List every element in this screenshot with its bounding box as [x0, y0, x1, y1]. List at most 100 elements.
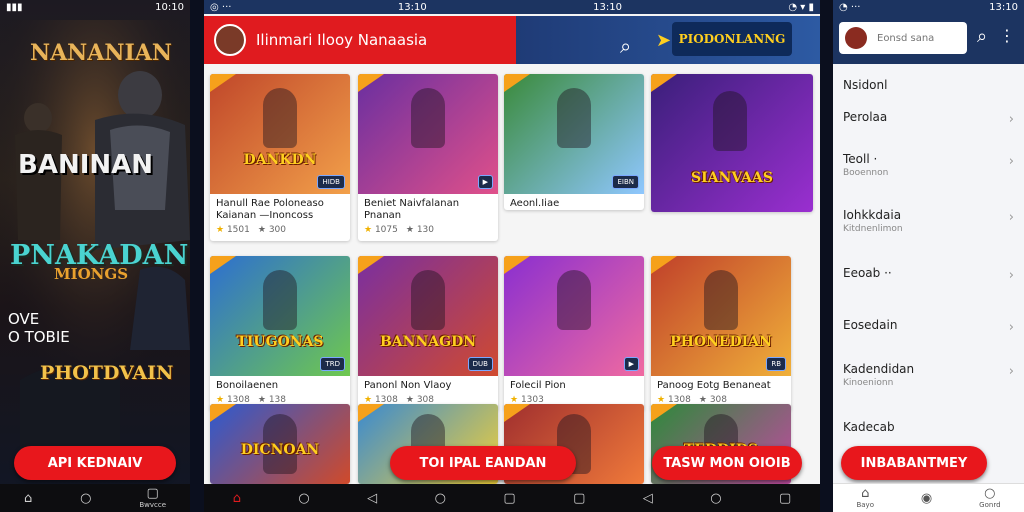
game-thumbnail[interactable]: PHONEDIAN RB — [651, 256, 791, 376]
game-card[interactable]: PHONEDIAN RB Panoog Eotg Benaneat ★ 1308 ★ 3… — [651, 256, 791, 411]
home-icon[interactable]: ⌂ — [24, 492, 32, 505]
settings-item[interactable]: Eosedain › — [843, 318, 1014, 335]
home-circle-icon[interactable]: ○ — [435, 492, 446, 505]
review-count: 130 — [416, 225, 434, 235]
left-caption: OVE O TOBIE — [8, 310, 70, 346]
search-icon[interactable]: ⌕ — [620, 34, 631, 58]
character-figure — [557, 88, 592, 149]
game-thumbnail[interactable]: EIBN — [504, 74, 644, 194]
left-caption-line2: O TOBIE — [8, 328, 70, 346]
settings-item-label: Eeoab ·· — [843, 266, 892, 280]
search-input[interactable] — [875, 31, 963, 45]
right-bottom-nav: ⌂ Bayo ◉ ○ Gonrd — [833, 483, 1024, 512]
game-card[interactable]: DANKDN HIDB Hanull Rae Poloneaso Kaianan —… — [210, 74, 350, 241]
main-time-a: 13:10 — [397, 1, 427, 13]
game-card[interactable]: TIUGONAS TRD Bonoilaenen ★ 1308 ★ 138 — [210, 256, 350, 411]
game-title: Panonl Non Vlaoy — [364, 380, 452, 391]
store-badge[interactable]: RB — [766, 357, 786, 371]
settings-item[interactable]: Kadendidan Kinoenionn › — [843, 362, 1014, 388]
home-icon: ⌂ — [861, 486, 870, 501]
avatar[interactable] — [214, 24, 246, 56]
thumbnail-title: DICNOAN — [240, 442, 320, 459]
settings-item[interactable]: Iohkkdaia Kitdnenlimon › — [843, 208, 1014, 234]
review-count: 300 — [268, 225, 286, 235]
left-nav-browse[interactable]: ▢ Bwvcce — [139, 487, 166, 509]
settings-item-label: Perolаа — [843, 110, 888, 124]
settings-item[interactable]: Perolаа › — [843, 110, 1014, 127]
game-thumbnail[interactable]: DICNOAN — [210, 404, 350, 484]
character-figure — [411, 270, 446, 331]
nav-account[interactable]: ○ Gonrd — [979, 487, 1000, 509]
settings-item[interactable]: Nsidonl — [843, 78, 1014, 92]
game-card[interactable]: ▶ Beniet Naivfalanan Pnanan ★ 1075 ★ 130 — [358, 74, 498, 241]
nav-account-label: Gonrd — [979, 501, 1001, 509]
promo-banner[interactable]: PIODONLANNG — [672, 22, 792, 56]
game-card[interactable]: EIBN Aeonl.Iiae — [504, 74, 644, 210]
game-thumbnail[interactable]: ▶ — [358, 74, 498, 194]
home-icon[interactable]: ⌂ — [233, 492, 241, 505]
corner-ribbon — [504, 256, 530, 274]
home-circle-icon[interactable]: ○ — [80, 492, 91, 505]
rating-row: ★ 1501 ★ 300 — [210, 222, 350, 241]
settings-cta-button[interactable]: INBABANTMEY — [841, 446, 987, 480]
corner-ribbon — [210, 74, 236, 92]
search-bar[interactable] — [839, 22, 967, 54]
store-badge[interactable]: TRD — [320, 357, 345, 371]
store-badge[interactable]: HIDB — [317, 175, 345, 189]
settings-item[interactable]: Kadecab — [843, 420, 1014, 434]
game-thumbnail[interactable]: SIANVAAS — [651, 74, 813, 212]
more-vert-icon[interactable]: ⋮ — [999, 26, 1015, 45]
main-bottom-nav: ⌂ ○ ◁ ○ ▢ ▢ ◁ ○ ▢ — [204, 484, 820, 512]
game-card[interactable]: ▶ Folecil Pion ★ 1303 — [504, 256, 644, 411]
search-nav-icon[interactable]: ○ — [298, 492, 309, 505]
thumbnail-title: SIANVAAS — [691, 170, 773, 187]
game-thumbnail[interactable]: ▶ — [504, 256, 644, 376]
game-thumbnail[interactable]: TIUGONAS TRD — [210, 256, 350, 376]
settings-item-label: Iohkkdaia — [843, 208, 902, 222]
settings-item[interactable]: Eeoab ·· › — [843, 266, 1014, 283]
home-circle-icon[interactable]: ◉ — [921, 492, 932, 505]
recents-icon[interactable]: ▢ — [503, 492, 515, 505]
nav-home[interactable]: ⌂ Bayo — [856, 487, 874, 509]
character-figure — [263, 88, 298, 149]
store-badge[interactable]: DUB — [467, 357, 493, 371]
game-title: Panoog Eotg Benaneat — [657, 380, 771, 391]
store-badge[interactable]: EIBN — [612, 175, 639, 189]
thumbnail-title: DANKDN — [243, 152, 317, 169]
left-title-bottom: PHOTDVAIN — [40, 362, 174, 384]
browse-icon: ▢ — [146, 486, 159, 501]
settings-item-subtitle: Booennon — [843, 168, 889, 178]
back-icon[interactable]: ◁ — [367, 492, 377, 505]
character-figure — [263, 270, 298, 331]
store-badge[interactable]: ▶ — [623, 357, 639, 371]
corner-ribbon — [358, 404, 384, 422]
square-icon[interactable]: ▢ — [573, 492, 585, 505]
tabs-icon[interactable]: ▢ — [779, 492, 791, 505]
main-status-icons: ◎ ··· — [210, 1, 232, 13]
game-thumbnail[interactable]: DANKDN HIDB — [210, 74, 350, 194]
game-card[interactable]: DICNOAN — [210, 404, 350, 484]
right-cta-button[interactable]: TASW MON OIOIB — [652, 446, 802, 480]
settings-item-label: Kadendidan — [843, 362, 915, 376]
left-game-poster: ▮▮▮ 10:10 NANANIAN BANINAN PNAKADAN MION… — [0, 0, 190, 512]
chevron-right-icon: › — [1008, 112, 1014, 127]
search-icon[interactable]: ⌕ — [977, 26, 987, 47]
arrow-icon: ➤ — [656, 30, 672, 51]
center-cta-button[interactable]: TOI IPAL EANDAN — [390, 446, 576, 480]
right-status-icons: ◔ ··· — [839, 1, 861, 13]
home-circle-icon-2[interactable]: ○ — [710, 492, 721, 505]
main-app-screen: ◎ ··· 13:10 13:10 ◔ ▾ ▮ Ilinmari Ilooy N… — [204, 0, 820, 512]
left-bottom-nav: ⌂ ○ ▢ Bwvcce — [0, 484, 190, 512]
game-card[interactable]: BANNAGDN DUB Panonl Non Vlaoy ★ 1308 ★ 308 — [358, 256, 498, 411]
settings-item-label: Teoll · — [843, 152, 878, 166]
game-title: Aeonl.Iiae — [510, 198, 560, 209]
thumbnail-title: TIUGONAS — [236, 334, 324, 351]
settings-item[interactable]: Teoll · Booennon › — [843, 152, 1014, 178]
left-cta-button[interactable]: API KEDNAIV — [14, 446, 176, 480]
game-card[interactable]: SIANVAAS — [651, 74, 813, 212]
left-status-bar: ▮▮▮ 10:10 — [0, 0, 190, 14]
store-badge[interactable]: ▶ — [477, 175, 493, 189]
back-icon-2[interactable]: ◁ — [643, 492, 653, 505]
avatar[interactable] — [845, 27, 867, 49]
game-thumbnail[interactable]: BANNAGDN DUB — [358, 256, 498, 376]
